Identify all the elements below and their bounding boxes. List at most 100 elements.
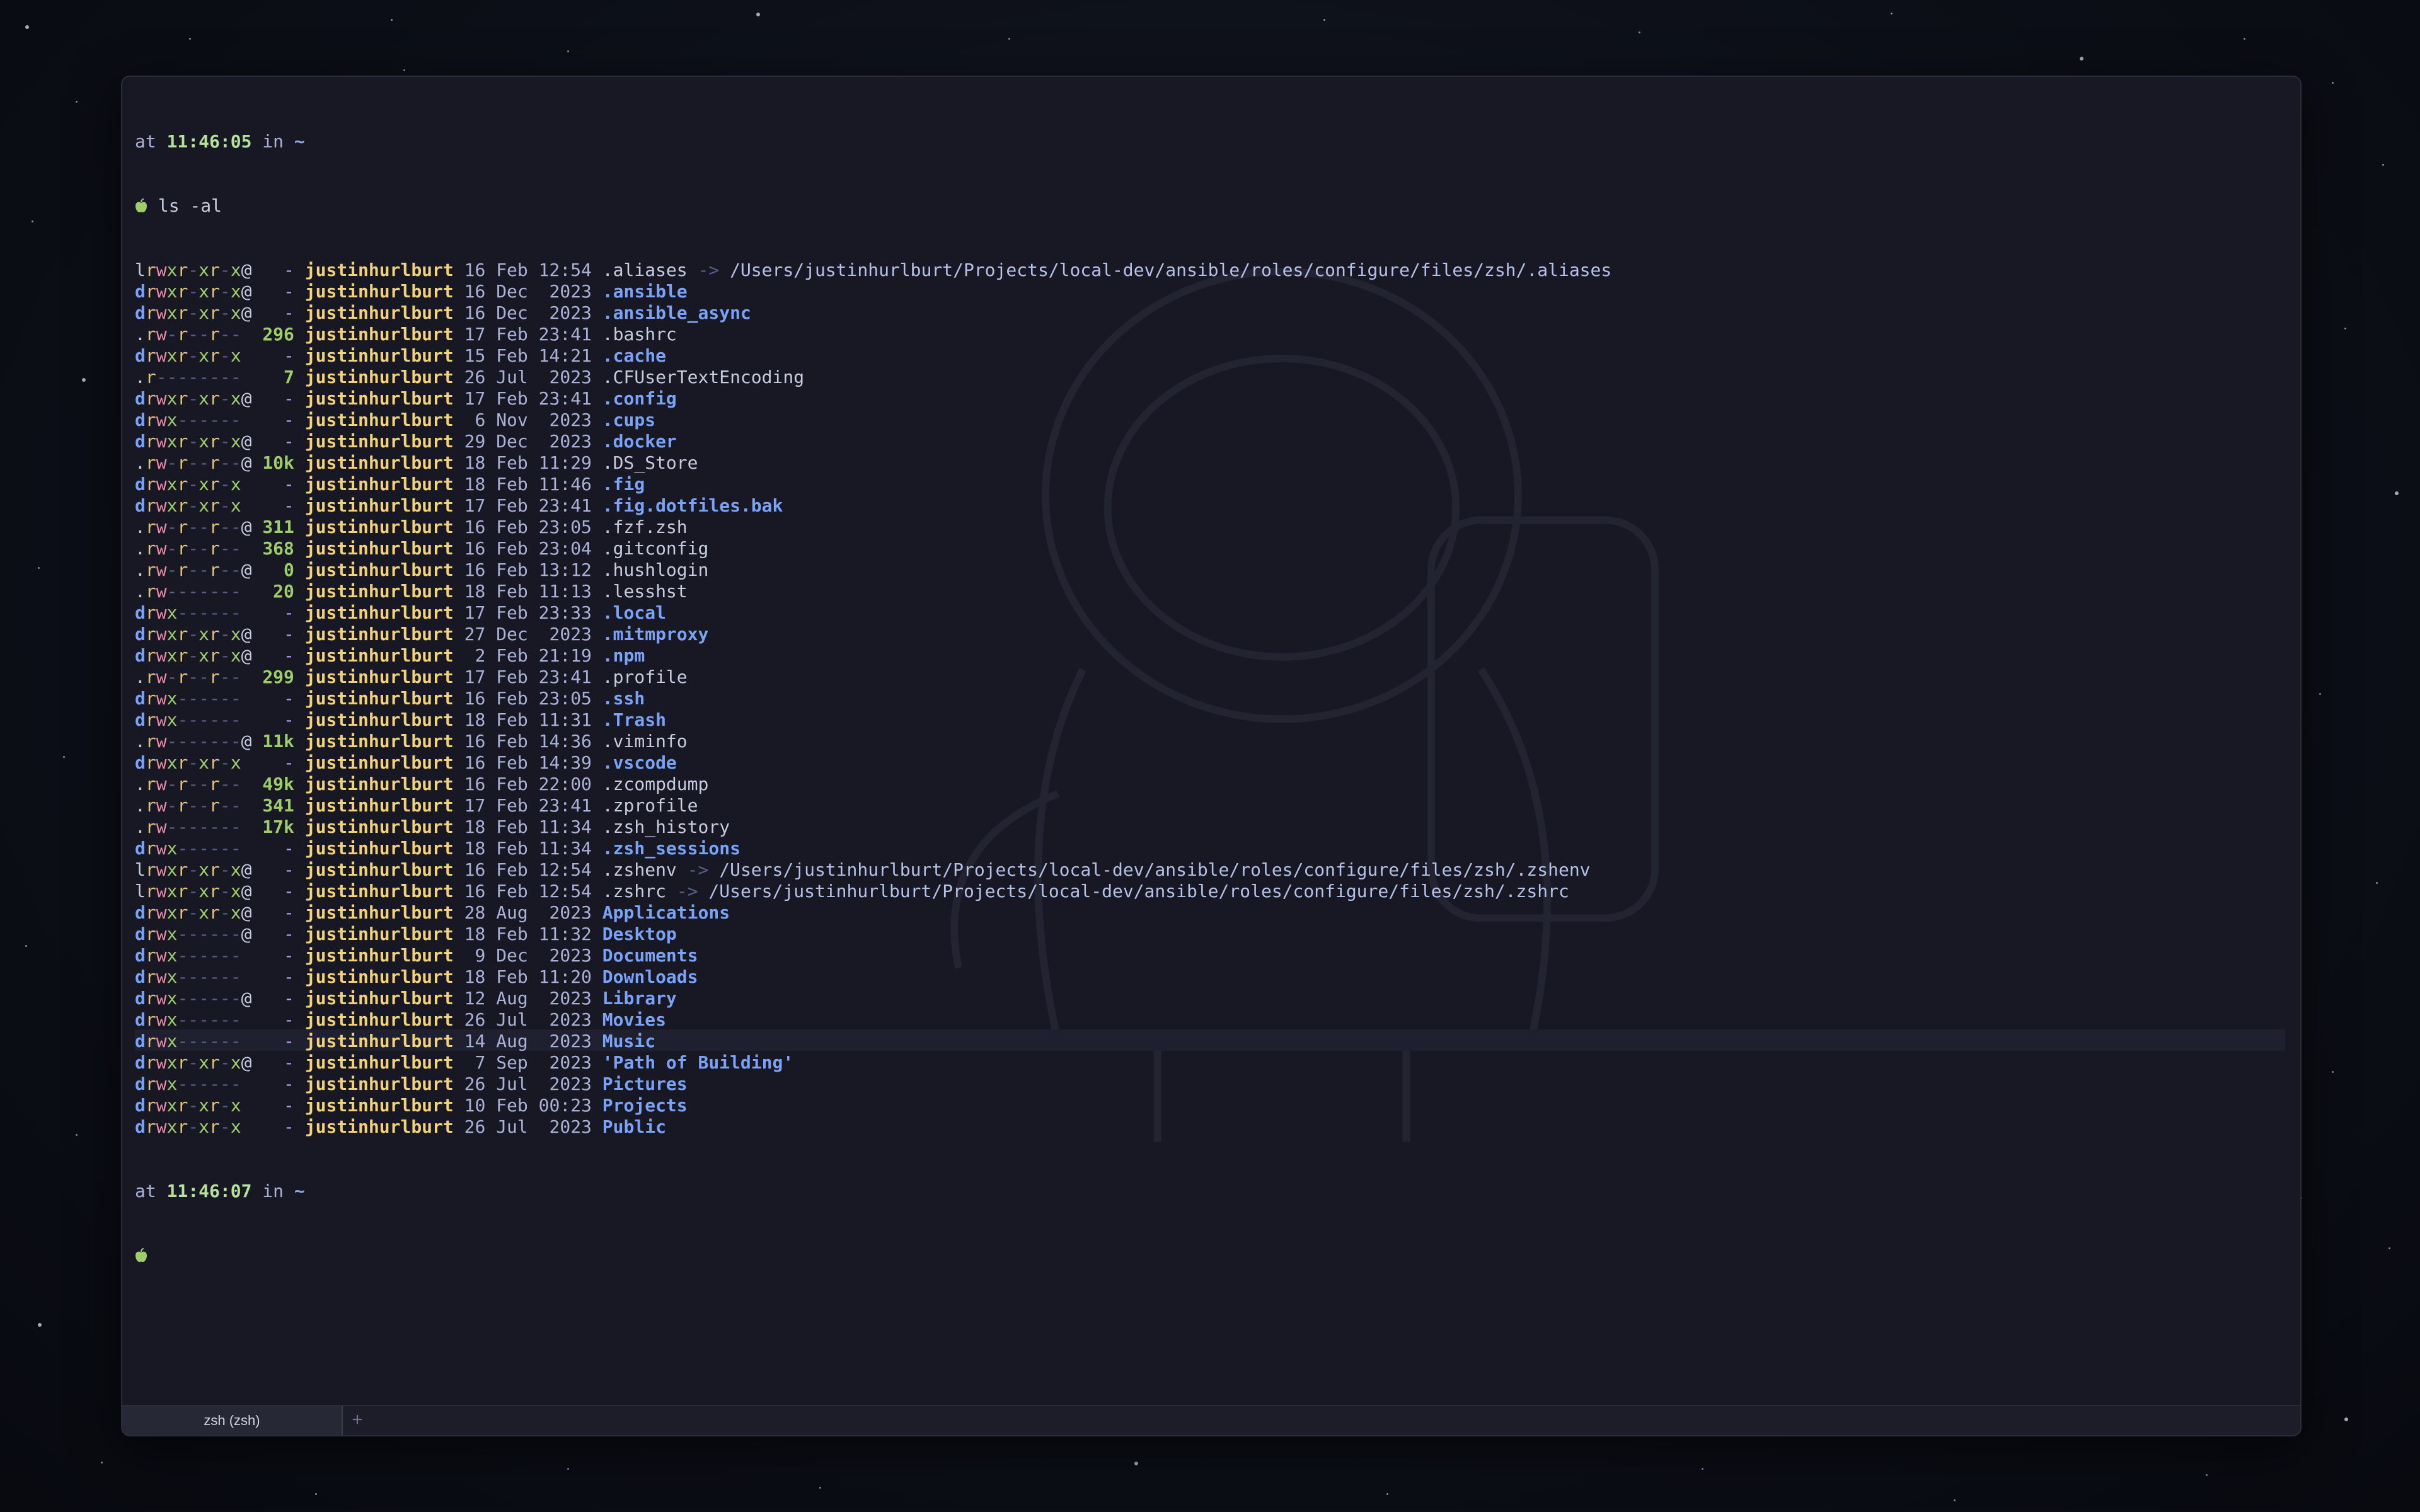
file-size: 368: [262, 538, 294, 559]
permissions: .rw-r--r--@: [135, 517, 252, 537]
modified-date: 26 Jul 2023: [464, 1009, 592, 1030]
tab-zsh[interactable]: zsh (zsh): [122, 1406, 343, 1435]
listing-row: .rw-r--r-- 296 justinhurlburt 17 Feb 23:…: [135, 324, 2288, 345]
star: [1323, 19, 1325, 21]
permissions: drwx------: [135, 1009, 241, 1030]
modified-date: 17 Feb 23:41: [464, 795, 592, 816]
permissions: drwxr-xr-x@: [135, 281, 252, 302]
owner: justinhurlburt: [304, 859, 454, 880]
terminal-window[interactable]: at 11:46:05 in ~ ls -al lrwxr-xr-x@ - ju…: [121, 76, 2302, 1436]
listing-row: drwxr-xr-x - justinhurlburt 16 Feb 14:39…: [135, 752, 2288, 774]
file-name: .DS_Store: [602, 452, 698, 473]
file-size: -: [262, 388, 294, 409]
file-size: -: [262, 945, 294, 966]
owner: justinhurlburt: [304, 431, 454, 452]
modified-date: 16 Feb 23:05: [464, 688, 592, 709]
modified-date: 16 Feb 12:54: [464, 881, 592, 902]
file-name: .bashrc: [602, 324, 677, 345]
listing-row: drwxr-xr-x - justinhurlburt 10 Feb 00:23…: [135, 1095, 2288, 1116]
file-name: Music: [602, 1031, 656, 1051]
star: [391, 19, 393, 21]
listing-row: .rw------- 17k justinhurlburt 18 Feb 11:…: [135, 816, 2288, 838]
permissions: drwx------: [135, 1074, 241, 1094]
listing-row: .r-------- 7 justinhurlburt 26 Jul 2023 …: [135, 367, 2288, 388]
owner: justinhurlburt: [304, 1009, 454, 1030]
permissions: drwxr-xr-x@: [135, 624, 252, 644]
permissions: drwx------: [135, 1031, 241, 1051]
owner: justinhurlburt: [304, 324, 454, 345]
prompt-line: at 11:46:05 in ~: [135, 131, 2288, 152]
star: [2344, 328, 2346, 329]
modified-date: 17 Feb 23:41: [464, 667, 592, 687]
permissions: .rw-r--r--: [135, 667, 241, 687]
owner: justinhurlburt: [304, 281, 454, 302]
modified-date: 18 Feb 11:46: [464, 474, 592, 495]
permissions: drwxr-xr-x: [135, 1095, 241, 1116]
star: [2388, 1247, 2390, 1249]
permissions: drwx------@: [135, 988, 252, 1009]
permissions: .rw-r--r--: [135, 795, 241, 816]
owner: justinhurlburt: [304, 667, 454, 687]
terminal-output[interactable]: at 11:46:05 in ~ ls -al lrwxr-xr-x@ - ju…: [135, 88, 2288, 1309]
file-size: 299: [262, 667, 294, 687]
prompt-line-2: at 11:46:07 in ~: [135, 1181, 2288, 1202]
listing-row: drwxr-xr-x - justinhurlburt 17 Feb 23:41…: [135, 495, 2288, 517]
owner: justinhurlburt: [304, 538, 454, 559]
listing-row: lrwxr-xr-x@ - justinhurlburt 16 Feb 12:5…: [135, 881, 2288, 902]
permissions: drwxr-xr-x@: [135, 302, 252, 323]
star: [76, 1134, 78, 1136]
file-size: -: [262, 688, 294, 709]
star: [82, 378, 86, 382]
file-name: Applications: [602, 902, 730, 923]
file-name: .gitconfig: [602, 538, 709, 559]
file-size: -: [262, 1074, 294, 1094]
file-name: .zshrc: [602, 881, 666, 902]
permissions: drwx------@: [135, 924, 252, 944]
file-name: .docker: [602, 431, 677, 452]
owner: justinhurlburt: [304, 688, 454, 709]
symlink-arrow: ->: [698, 260, 720, 280]
file-size: -: [262, 1031, 294, 1051]
owner: justinhurlburt: [304, 816, 454, 837]
file-name: .config: [602, 388, 677, 409]
star: [315, 1493, 317, 1495]
star: [2080, 57, 2083, 60]
apple-icon: [135, 195, 147, 216]
listing-row: drwx------ - justinhurlburt 26 Jul 2023 …: [135, 1009, 2288, 1031]
listing-row: drwx------ - justinhurlburt 17 Feb 23:33…: [135, 602, 2288, 624]
listing-row: drwx------@ - justinhurlburt 12 Aug 2023…: [135, 988, 2288, 1009]
star: [567, 1468, 569, 1470]
star: [2382, 164, 2384, 166]
file-size: -: [262, 902, 294, 923]
modified-date: 17 Feb 23:41: [464, 495, 592, 516]
listing-row: drwx------ - justinhurlburt 18 Feb 11:34…: [135, 838, 2288, 859]
star: [2244, 38, 2245, 40]
star: [63, 756, 65, 758]
file-name: Public: [602, 1116, 666, 1137]
listing-row: drwxr-xr-x@ - justinhurlburt 29 Dec 2023…: [135, 431, 2288, 452]
modified-date: 6 Nov 2023: [464, 410, 592, 430]
listing-row: drwx------ - justinhurlburt 9 Dec 2023 D…: [135, 945, 2288, 966]
plus-icon[interactable]: +: [343, 1406, 372, 1435]
permissions: drwx------: [135, 945, 241, 966]
file-name: .vscode: [602, 752, 677, 773]
modified-date: 2 Feb 21:19: [464, 645, 592, 666]
listing-row: drwxr-xr-x@ - justinhurlburt 16 Dec 2023…: [135, 302, 2288, 324]
star: [1702, 1468, 1703, 1470]
input-line[interactable]: [135, 1245, 2288, 1266]
file-size: -: [262, 1095, 294, 1116]
permissions: lrwxr-xr-x@: [135, 859, 252, 880]
star: [2206, 1474, 2208, 1476]
owner: justinhurlburt: [304, 1031, 454, 1051]
star: [1954, 1499, 1956, 1501]
file-size: -: [262, 624, 294, 644]
modified-date: 18 Feb 11:34: [464, 838, 592, 859]
star: [756, 13, 760, 16]
listing-row: drwxr-xr-x@ - justinhurlburt 16 Dec 2023…: [135, 281, 2288, 302]
modified-date: 18 Feb 11:13: [464, 581, 592, 602]
file-size: -: [262, 966, 294, 987]
owner: justinhurlburt: [304, 902, 454, 923]
file-name: .cups: [602, 410, 656, 430]
owner: justinhurlburt: [304, 774, 454, 794]
owner: justinhurlburt: [304, 795, 454, 816]
